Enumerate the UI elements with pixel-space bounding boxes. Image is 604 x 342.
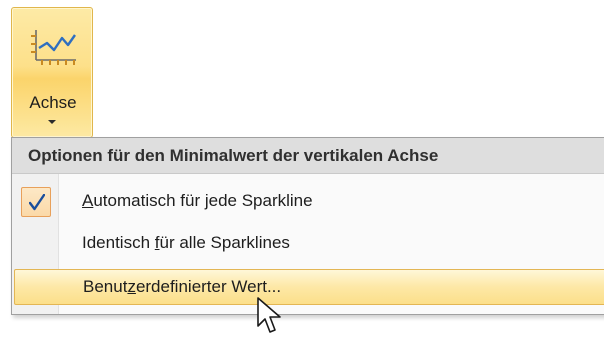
menu-item-automatic[interactable]: Automatisch für jede Sparkline	[14, 184, 604, 220]
mouse-pointer-icon	[257, 297, 281, 333]
menu-item-custom-value[interactable]: Benutzerdefinierter Wert...	[14, 269, 604, 305]
menu-item-identical[interactable]: Identisch für alle Sparklines	[14, 226, 604, 262]
axis-ribbon-button[interactable]: Achse	[11, 7, 93, 138]
axis-sparkline-icon	[31, 30, 76, 65]
menu-item-label: Automatisch für jede Sparkline	[82, 191, 313, 210]
axis-button-label: Achse	[29, 93, 77, 112]
check-icon	[29, 194, 45, 211]
menu-header: Optionen für den Minimalwert der vertika…	[12, 138, 604, 174]
checked-indicator	[21, 187, 51, 217]
screenshot-stage: Achse Optionen für den Minimalwert der v…	[0, 0, 604, 342]
menu-item-label: Benutzerdefinierter Wert...	[83, 277, 282, 296]
menu-item-label: Identisch für alle Sparklines	[82, 233, 290, 252]
chevron-down-icon	[48, 120, 56, 124]
axis-minimum-menu: Optionen für den Minimalwert der vertika…	[11, 137, 604, 315]
